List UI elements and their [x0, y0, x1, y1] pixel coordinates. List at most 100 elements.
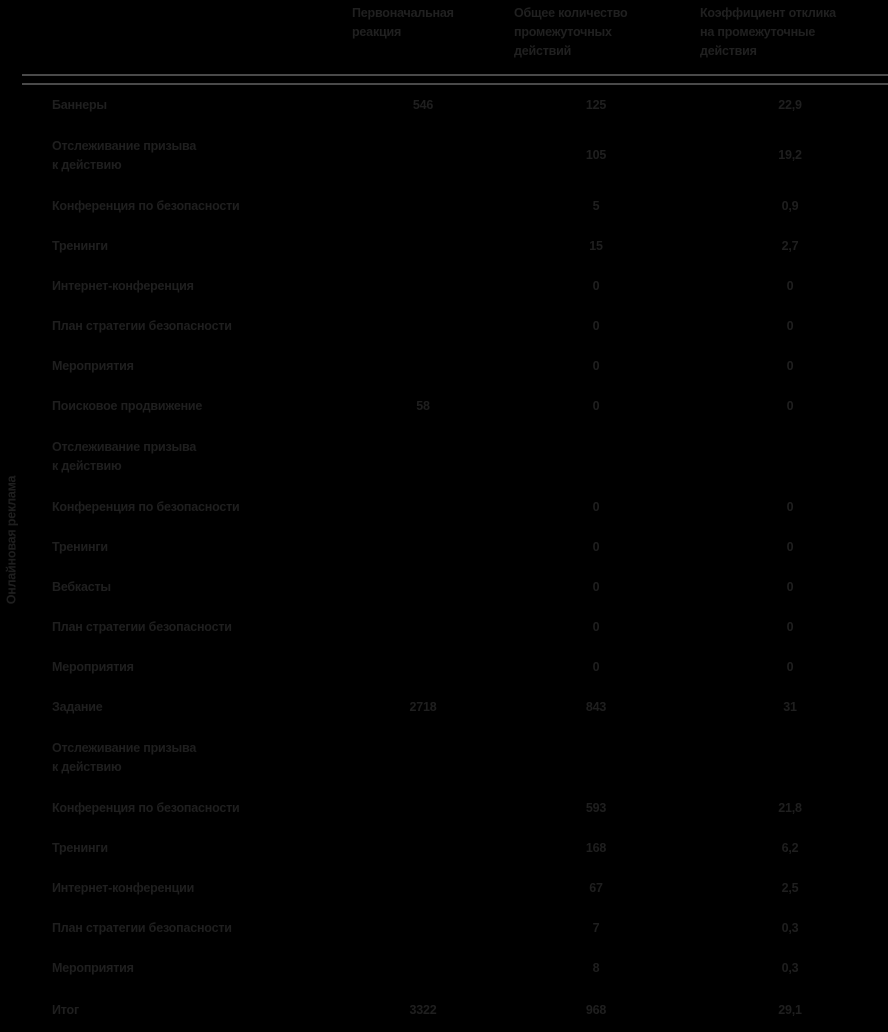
cell-rate: 22,9: [778, 97, 802, 112]
row-label: Конференция по безопасности: [52, 198, 240, 213]
row-label: Отслеживание призыва к действию: [22, 727, 346, 788]
table-header: Первоначальная реакция Общее количество …: [22, 0, 888, 85]
column-header-response-rate: Коэффициент отклика на промежуточные дей…: [694, 0, 888, 74]
row-label: Отслеживание призыва к действию: [22, 426, 346, 487]
cell-rate: 31: [783, 699, 797, 714]
column-header-label: [22, 0, 346, 74]
table-row: Конференция по безопасности 593 21,8: [22, 788, 888, 828]
cell-total: 0: [592, 499, 600, 514]
cell-initial: 2718: [409, 699, 437, 714]
row-label: Тренинги: [52, 238, 108, 253]
table-row: Мероприятия 0 0: [22, 647, 888, 687]
cell-initial: [346, 788, 504, 828]
row-label: План стратегии безопасности: [52, 619, 232, 634]
cell-initial: [346, 908, 504, 948]
cell-initial: [346, 948, 504, 988]
cell-rate: [694, 426, 888, 487]
row-label: Тренинги: [52, 539, 108, 554]
cell-rate: 0: [786, 579, 794, 594]
cell-rate: 0: [786, 619, 794, 634]
cell-rate: 0,3: [781, 960, 799, 975]
cell-initial: [346, 868, 504, 908]
cell-total: 0: [592, 619, 600, 634]
cell-total: 0: [592, 358, 600, 373]
header-line: на промежуточные: [700, 25, 816, 39]
cell-rate: 6,2: [781, 840, 799, 855]
table-row: Мероприятия 8 0,3: [22, 948, 888, 988]
row-group-axis-label-text: Онлайновая реклама: [4, 475, 19, 605]
table-row: План стратегии безопасности 7 0,3: [22, 908, 888, 948]
row-label: Конференция по безопасности: [52, 800, 240, 815]
cell-initial: [346, 487, 504, 527]
table-row: Мероприятия 0 0: [22, 346, 888, 386]
table-row: Конференция по безопасности 0 0: [22, 487, 888, 527]
table-row: Тренинги 15 2,7: [22, 226, 888, 266]
table-row: Отслеживание призыва к действию: [22, 727, 888, 788]
row-label: План стратегии безопасности: [52, 920, 232, 935]
cell-total: 0: [592, 659, 600, 674]
cell-rate: 21,8: [778, 800, 802, 815]
table-body: Баннеры 546 125 22,9 Отслеживание призыва к д…: [22, 85, 888, 1032]
cell-total: 968: [585, 1002, 607, 1017]
cell-total: [504, 727, 694, 788]
cell-initial: [346, 346, 504, 386]
cell-total: 168: [585, 840, 607, 855]
cell-total: 593: [585, 800, 607, 815]
header-line: Общее количество: [514, 6, 628, 20]
cell-initial: [346, 306, 504, 346]
table-row: Вебкасты 0 0: [22, 567, 888, 607]
row-label: Тренинги: [52, 840, 108, 855]
cell-initial: 58: [416, 398, 430, 413]
cell-rate: 2,7: [781, 238, 799, 253]
cell-initial: 3322: [409, 1002, 437, 1017]
header-row: Первоначальная реакция Общее количество …: [22, 0, 888, 74]
table-row: Интернет-конференция 0 0: [22, 266, 888, 306]
table-row: Баннеры 546 125 22,9: [22, 85, 888, 125]
cell-total: 0: [592, 539, 600, 554]
cell-initial: [346, 527, 504, 567]
row-label-line: к действию: [52, 759, 122, 774]
cell-rate: 0: [786, 278, 794, 293]
cell-total: 843: [585, 699, 607, 714]
table-row: Отслеживание призыва к действию 105 19,2: [22, 125, 888, 186]
cell-rate: 0: [786, 499, 794, 514]
cell-rate: 29,1: [778, 1002, 802, 1017]
cell-total: [504, 426, 694, 487]
row-label: Баннеры: [52, 97, 107, 112]
table-row: Конференция по безопасности 5 0,9: [22, 186, 888, 226]
table-row: План стратегии безопасности 0 0: [22, 306, 888, 346]
cell-total: 0: [592, 398, 600, 413]
cell-initial: [346, 607, 504, 647]
row-label: План стратегии безопасности: [52, 318, 232, 333]
table-row: Интернет-конференции 67 2,5: [22, 868, 888, 908]
cell-initial: [346, 266, 504, 306]
cell-total: 7: [592, 920, 600, 935]
header-line: действий: [514, 44, 572, 58]
row-label-line: Отслеживание призыва: [52, 439, 197, 454]
cell-total: 0: [592, 318, 600, 333]
column-header-initial-response: Первоначальная реакция: [346, 0, 504, 74]
table-row: Отслеживание призыва к действию: [22, 426, 888, 487]
cell-total: 125: [585, 97, 607, 112]
row-label: Мероприятия: [52, 659, 134, 674]
header-line: Коэффициент отклика: [700, 6, 836, 20]
cell-rate: 0: [786, 358, 794, 373]
header-line: действия: [700, 44, 757, 58]
cell-rate: 0: [786, 539, 794, 554]
cell-initial: [346, 727, 504, 788]
cell-total: 15: [589, 238, 603, 253]
row-label: Мероприятия: [52, 960, 134, 975]
header-divider-cell: [22, 74, 888, 85]
cell-initial: [346, 226, 504, 266]
row-label: Задание: [52, 699, 103, 714]
table-row: Задание 2718 843 31: [22, 687, 888, 727]
row-label: Интернет-конференция: [52, 278, 194, 293]
cell-total: 105: [585, 148, 607, 162]
cell-rate: 0: [786, 659, 794, 674]
response-metrics-table: Первоначальная реакция Общее количество …: [22, 0, 888, 1032]
header-divider: [22, 74, 888, 85]
header-line: промежуточных: [514, 25, 612, 39]
row-group-axis-label: Онлайновая реклама: [0, 420, 22, 660]
table-row: Тренинги 0 0: [22, 527, 888, 567]
cell-initial: [346, 186, 504, 226]
